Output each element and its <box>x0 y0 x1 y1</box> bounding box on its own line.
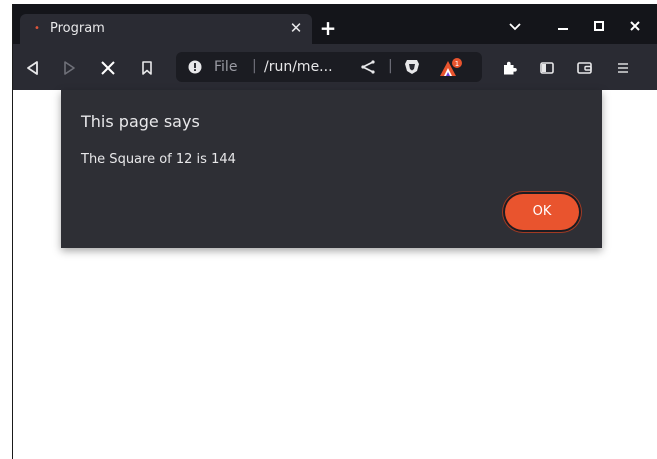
close-window-button[interactable] <box>628 18 648 36</box>
brave-rewards-icon[interactable]: 1 <box>438 58 464 78</box>
alert-dialog: This page says The Square of 12 is 144 O… <box>61 90 602 248</box>
window-left-edge <box>12 4 13 459</box>
tab-favicon-icon: • <box>34 23 40 34</box>
hamburger-menu-icon <box>618 63 628 73</box>
dialog-message: The Square of 12 is 144 <box>81 152 236 167</box>
url-separator: | <box>252 58 257 74</box>
tab-search-button[interactable] <box>508 18 528 36</box>
address-bar[interactable]: File | /run/me... | 1 <box>176 52 482 82</box>
share-icon[interactable] <box>360 59 376 75</box>
stop-icon <box>101 61 115 75</box>
tab-strip: • Program ✕ + <box>12 4 657 44</box>
tab-close-icon[interactable]: ✕ <box>288 20 304 36</box>
rewards-badge-count: 1 <box>455 60 459 68</box>
toolbar: File | /run/me... | 1 <box>12 44 657 90</box>
back-icon <box>27 61 38 75</box>
tab-title: Program <box>50 21 105 36</box>
browser-window: • Program ✕ + File | /run/me... | 1 This… <box>12 4 657 459</box>
wallet-button[interactable] <box>574 57 596 79</box>
bookmark-button[interactable] <box>136 57 158 79</box>
minimize-button[interactable] <box>556 18 576 36</box>
url-path[interactable]: /run/me... <box>264 58 333 76</box>
close-icon <box>630 21 640 31</box>
sidebar-button[interactable] <box>536 57 558 79</box>
sidebar-icon <box>540 62 554 74</box>
forward-button[interactable] <box>58 57 80 79</box>
extensions-button[interactable] <box>498 57 520 79</box>
wallet-icon <box>577 62 592 74</box>
minimize-icon <box>558 28 568 30</box>
tab-program[interactable]: • Program ✕ <box>20 14 312 44</box>
bookmark-icon <box>142 61 152 75</box>
url-separator-2: | <box>388 58 393 74</box>
new-tab-button[interactable]: + <box>318 18 338 38</box>
puzzle-icon <box>504 61 517 75</box>
ok-button[interactable]: OK <box>505 194 579 230</box>
chevron-down-icon <box>509 23 521 31</box>
menu-button[interactable] <box>612 57 634 79</box>
info-icon[interactable] <box>188 60 202 74</box>
forward-icon <box>64 61 75 75</box>
dialog-title: This page says <box>81 112 200 131</box>
stop-button[interactable] <box>97 57 119 79</box>
maximize-button[interactable] <box>592 18 612 36</box>
url-scheme: File <box>214 59 238 75</box>
brave-shields-icon[interactable] <box>404 58 420 76</box>
back-button[interactable] <box>22 57 44 79</box>
maximize-icon <box>594 21 604 31</box>
